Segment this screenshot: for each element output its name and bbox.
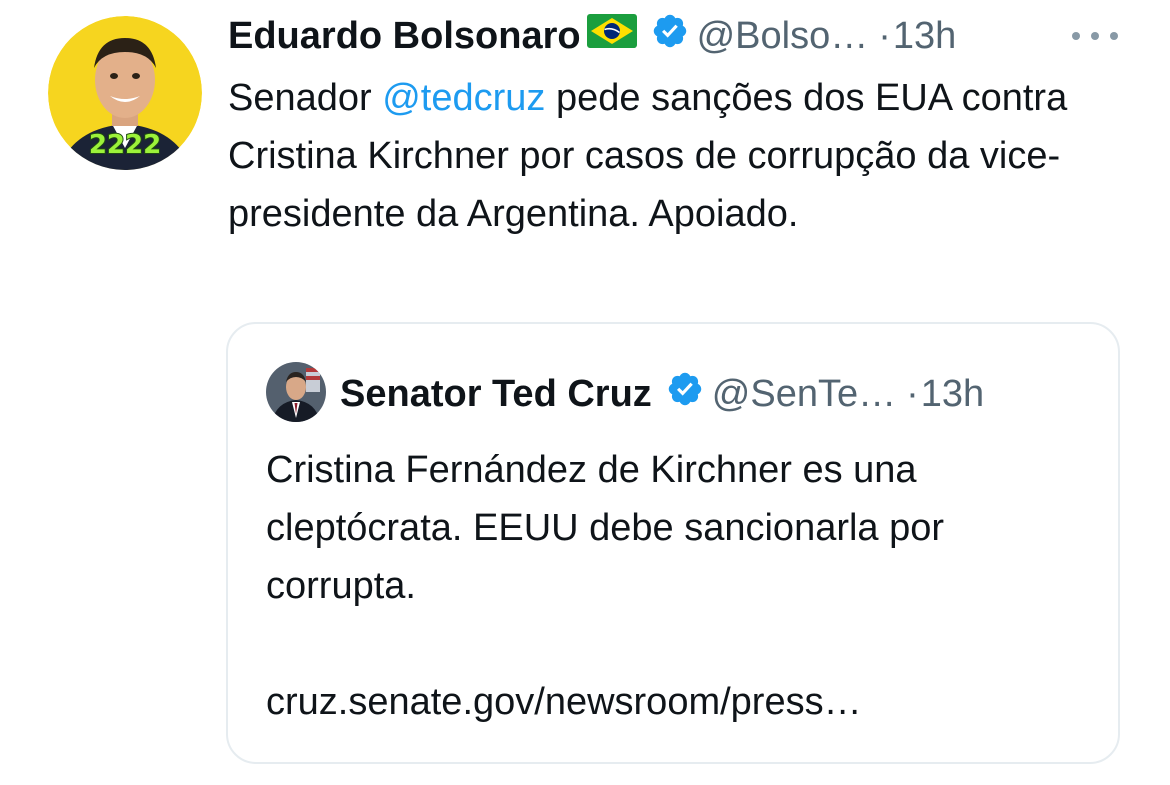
tweet-header: Eduardo Bolsonaro @Bolso… · 13h: [228, 10, 956, 62]
tweet-text-start: Senador: [228, 77, 383, 119]
quoted-tweet-header: Senator Ted Cruz @SenTe… · 13h: [340, 366, 984, 422]
quoted-tweet-text: Cristina Fernández de Kirchner es una cl…: [266, 449, 945, 607]
more-options-icon[interactable]: [1072, 26, 1118, 46]
quoted-tweet-card[interactable]: Senator Ted Cruz @SenTe… · 13h Cristina …: [226, 322, 1120, 764]
brazil-flag-icon: [586, 14, 637, 58]
author-name[interactable]: Eduardo Bolsonaro: [228, 15, 581, 58]
quoted-author-avatar[interactable]: [266, 362, 326, 422]
separator-dot: ·: [878, 14, 891, 57]
avatar-badge-text: 2222: [89, 130, 161, 160]
tweet-text: Senador @tedcruz pede sanções dos EUA co…: [228, 69, 1128, 243]
quoted-tweet-link[interactable]: cruz.senate.gov/newsroom/press…: [266, 673, 862, 731]
quoted-tweet-time[interactable]: 13h: [921, 373, 984, 416]
quoted-verified-badge-icon: [666, 370, 704, 418]
quoted-separator-dot: ·: [906, 372, 919, 415]
mention-link[interactable]: @tedcruz: [382, 77, 545, 119]
quoted-author-name[interactable]: Senator Ted Cruz: [340, 373, 652, 416]
author-handle[interactable]: @Bolso…: [697, 15, 869, 58]
tweet-time[interactable]: 13h: [893, 15, 956, 58]
verified-badge-icon: [651, 12, 689, 60]
quoted-avatar-image: [266, 362, 326, 422]
quoted-author-handle[interactable]: @SenTe…: [712, 373, 896, 416]
avatar-image: 2222: [48, 16, 202, 170]
author-avatar[interactable]: 2222: [48, 16, 202, 170]
